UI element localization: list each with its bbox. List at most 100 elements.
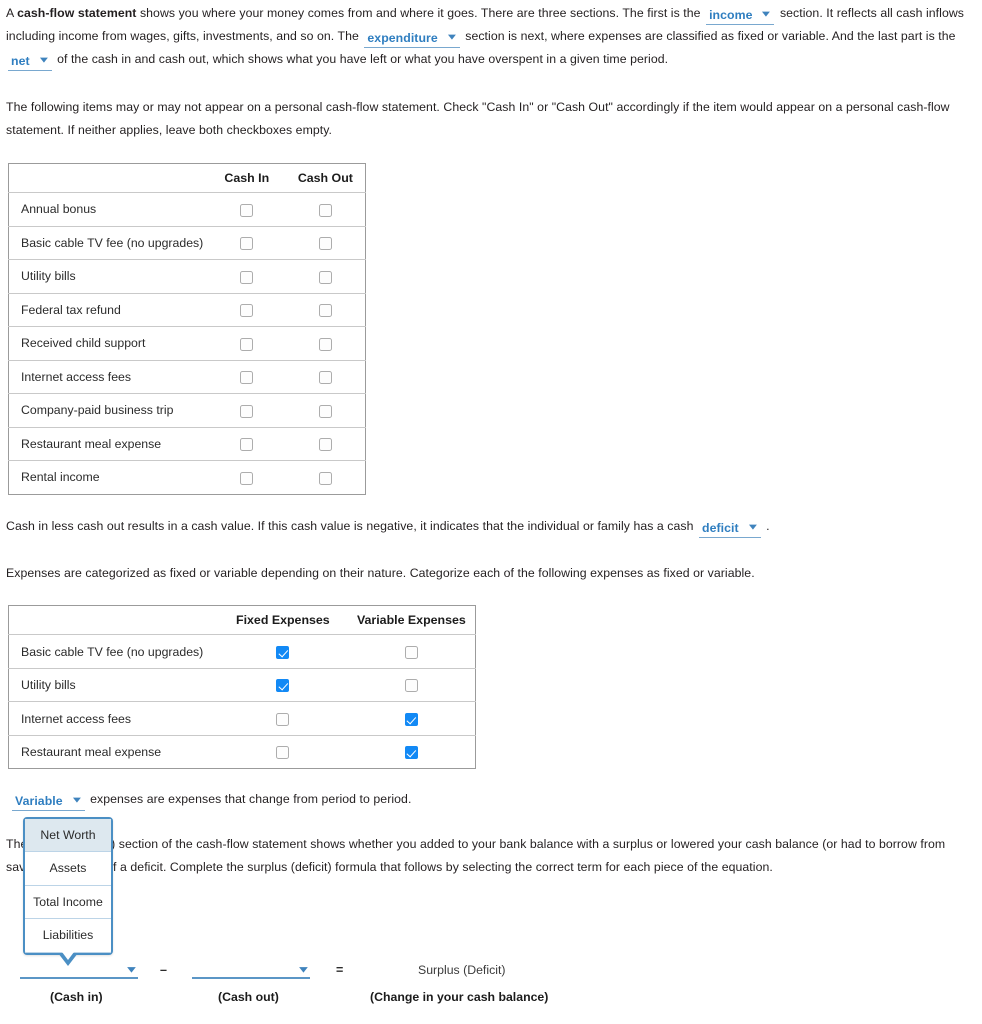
formula-blank-cash-out[interactable]: ▼ [192, 957, 311, 979]
table-cash-flow: Cash In Cash Out Annual bonus Basic cable… [8, 163, 366, 495]
dropdown-option-liabilities[interactable]: Liabilities [25, 919, 111, 953]
formula-caption-cash-out: (Cash out) [218, 990, 279, 1004]
checkbox-cash-in[interactable] [240, 270, 254, 284]
checkbox-cash-in[interactable] [240, 203, 254, 217]
cell-cash-in [207, 192, 286, 227]
cash-flow-statement-term: cash-flow statement [17, 6, 137, 20]
cell-variable-expense [347, 634, 476, 669]
row-label: Internet access fees [8, 360, 208, 395]
chevron-down-icon: ▼ [759, 9, 774, 20]
cell-variable-expense [347, 668, 476, 703]
dropdown-expenditure-label: expenditure [367, 31, 438, 45]
checkbox-variable-expense[interactable] [404, 645, 418, 659]
formula-operator-minus: – [160, 963, 167, 977]
cell-fixed-expense [218, 735, 348, 769]
dropdown-net-label: net [11, 54, 30, 68]
cell-cash-out [285, 393, 366, 428]
checkbox-cash-out[interactable] [318, 203, 332, 217]
cell-variable-expense [348, 735, 476, 769]
deficit-text-b: . [766, 518, 770, 533]
cell-cash-out [285, 259, 366, 294]
dropdown-variable-label: Variable [15, 794, 63, 809]
cell-fixed-expense [218, 634, 348, 669]
open-dropdown-menu[interactable]: Net Worth Assets Total Income Liabilitie… [23, 817, 113, 966]
checkbox-fixed-expense[interactable] [276, 746, 290, 760]
table-expense-type: Fixed Expenses Variable Expenses Basic c… [8, 605, 476, 770]
cell-cash-in [207, 293, 286, 328]
checkbox-variable-expense[interactable] [404, 712, 418, 726]
checkbox-cash-out[interactable] [318, 404, 332, 418]
dropdown-deficit[interactable]: deficit ▼ [699, 520, 761, 538]
cell-cash-in [208, 461, 286, 495]
checkbox-cash-in[interactable] [240, 337, 254, 351]
worksheet-page: A cash-flow statement shows you where yo… [0, 0, 982, 1024]
checkbox-cash-out[interactable] [318, 471, 332, 485]
checkbox-cash-out[interactable] [318, 337, 332, 351]
dropdown-expenditure[interactable]: expenditure ▼ [364, 30, 460, 48]
cell-fixed-expense [218, 668, 348, 703]
checkbox-cash-out[interactable] [318, 304, 332, 318]
table-row: Utility bills [8, 259, 366, 294]
checkbox-cash-in[interactable] [240, 404, 254, 418]
row-label: Annual bonus [8, 192, 208, 227]
row-label: Restaurant meal expense [21, 745, 162, 760]
table-row: Company-paid business trip [8, 393, 366, 428]
table-row: Internet access fees [8, 360, 366, 395]
checkbox-cash-in[interactable] [240, 304, 254, 318]
checkbox-cash-in[interactable] [240, 371, 254, 385]
variable-paragraph: Variable ▼ expenses are expenses that cha… [0, 788, 982, 812]
dropdown-variable[interactable]: Variable ▼ [12, 793, 85, 812]
checkbox-fixed-expense[interactable] [276, 645, 290, 659]
checkbox-cash-out[interactable] [318, 371, 332, 385]
row-label: Utility bills [8, 259, 208, 294]
checkbox-cash-in[interactable] [240, 471, 254, 485]
intro-text-d: section is next, where expenses are clas… [465, 29, 956, 43]
row-label: Internet access fees [8, 701, 218, 736]
dropdown-net[interactable]: net ▼ [8, 53, 52, 71]
table-header-row: Fixed Expenses Variable Expenses [8, 605, 476, 636]
checkbox-cash-out[interactable] [318, 270, 332, 284]
dropdown-option-assets[interactable]: Assets [25, 852, 111, 886]
cell-cash-out [285, 427, 366, 462]
cell-cash-in [207, 360, 286, 395]
table-row: Received child support [8, 326, 366, 361]
intro-text-b: shows you where your money comes from an… [136, 6, 701, 20]
surplus-paragraph: The surplus (deficit) section of the cas… [6, 837, 946, 874]
row-label: Rental income [21, 470, 100, 485]
checkbox-fixed-expense[interactable] [276, 679, 290, 693]
table-row: Basic cable TV fee (no upgrades) [8, 634, 476, 669]
table-row: Internet access fees [8, 701, 476, 736]
cell-cash-in [207, 427, 286, 462]
col-header-item [8, 163, 208, 194]
checkbox-cash-out[interactable] [318, 438, 332, 452]
formula-operator-equals: = [336, 963, 344, 977]
chevron-down-icon: ▼ [745, 522, 760, 532]
deficit-paragraph: Cash in less cash out results in a cash … [0, 515, 982, 538]
table-row: Annual bonus [8, 192, 366, 227]
dropdown-income[interactable]: income ▼ [706, 7, 775, 25]
cell-cash-in [207, 326, 286, 361]
checkbox-variable-expense[interactable] [404, 746, 418, 760]
row-label: Utility bills [8, 668, 218, 703]
checkbox-fixed-expense[interactable] [276, 712, 290, 726]
cell-cash-out [285, 326, 366, 361]
checkbox-variable-expense[interactable] [404, 679, 418, 693]
checkbox-cash-in[interactable] [240, 237, 254, 251]
dropdown-deficit-label: deficit [702, 520, 739, 535]
chevron-down-icon: ▼ [124, 964, 139, 976]
dropdown-option-net-worth[interactable]: Net Worth [25, 819, 111, 853]
table-row: Restaurant meal expense [9, 735, 476, 769]
formula-caption-cash-in: (Cash in) [50, 990, 103, 1004]
formula-blank-cash-in[interactable]: ▼ [20, 957, 139, 979]
row-label: Basic cable TV fee (no upgrades) [8, 634, 218, 669]
cell-cash-in [207, 393, 286, 428]
table-header-row: Cash In Cash Out [8, 163, 366, 194]
table-row: Rental income [9, 461, 366, 495]
table-row: Basic cable TV fee (no upgrades) [8, 226, 366, 261]
checkbox-cash-in[interactable] [240, 438, 254, 452]
dropdown-option-total-income[interactable]: Total Income [25, 886, 111, 920]
checkbox-cash-out[interactable] [318, 237, 332, 251]
chevron-down-icon: ▼ [36, 55, 51, 66]
cell-variable-expense [347, 701, 476, 736]
col-header-cash-out: Cash Out [285, 163, 366, 194]
